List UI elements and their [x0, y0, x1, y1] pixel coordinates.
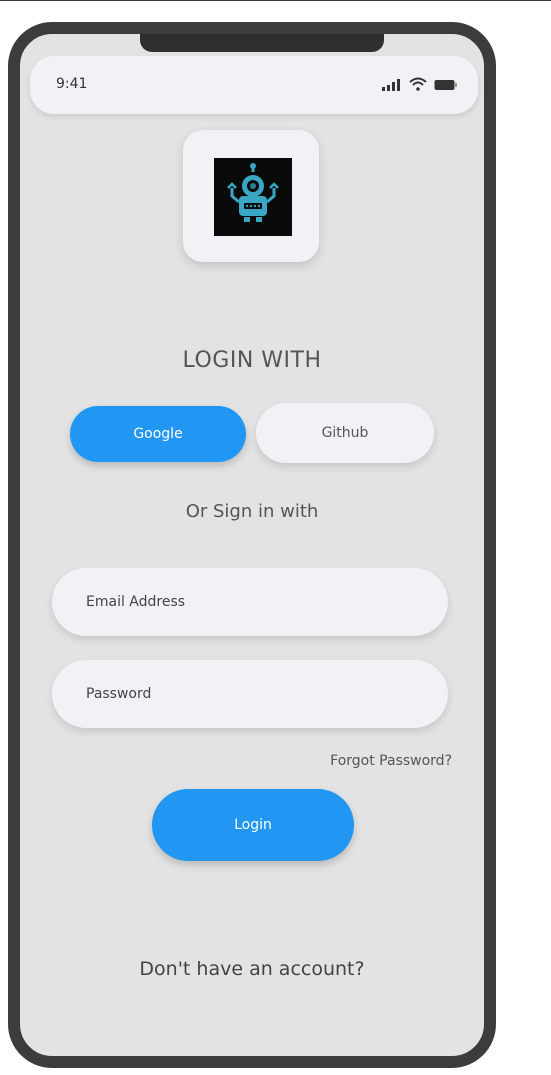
password-field[interactable] — [52, 660, 448, 728]
status-time: 9:41 — [56, 76, 88, 92]
phone-notch — [140, 34, 384, 52]
github-login-button[interactable]: Github — [256, 403, 434, 463]
app-logo-card — [183, 130, 319, 262]
login-with-heading: LOGIN WITH — [182, 348, 322, 373]
wifi-icon — [409, 76, 427, 95]
top-divider — [0, 0, 551, 1]
password-field-container — [52, 660, 448, 728]
or-sign-in-label: Or Sign in with — [185, 501, 319, 522]
login-button[interactable]: Login — [152, 789, 354, 861]
battery-icon — [434, 76, 458, 95]
status-bar: 9:41 — [30, 56, 478, 114]
robot-icon — [214, 158, 292, 236]
status-icons — [382, 76, 458, 94]
signal-icon — [382, 76, 402, 95]
signup-prompt-link[interactable]: Don't have an account? — [20, 958, 484, 980]
google-login-button[interactable]: Google — [70, 406, 246, 462]
phone-frame: 9:41 LOGIN WITH Google Github Or Sign in… — [8, 22, 496, 1068]
email-field[interactable] — [52, 568, 448, 636]
forgot-password-link[interactable]: Forgot Password? — [330, 753, 452, 769]
email-field-container — [52, 568, 448, 636]
